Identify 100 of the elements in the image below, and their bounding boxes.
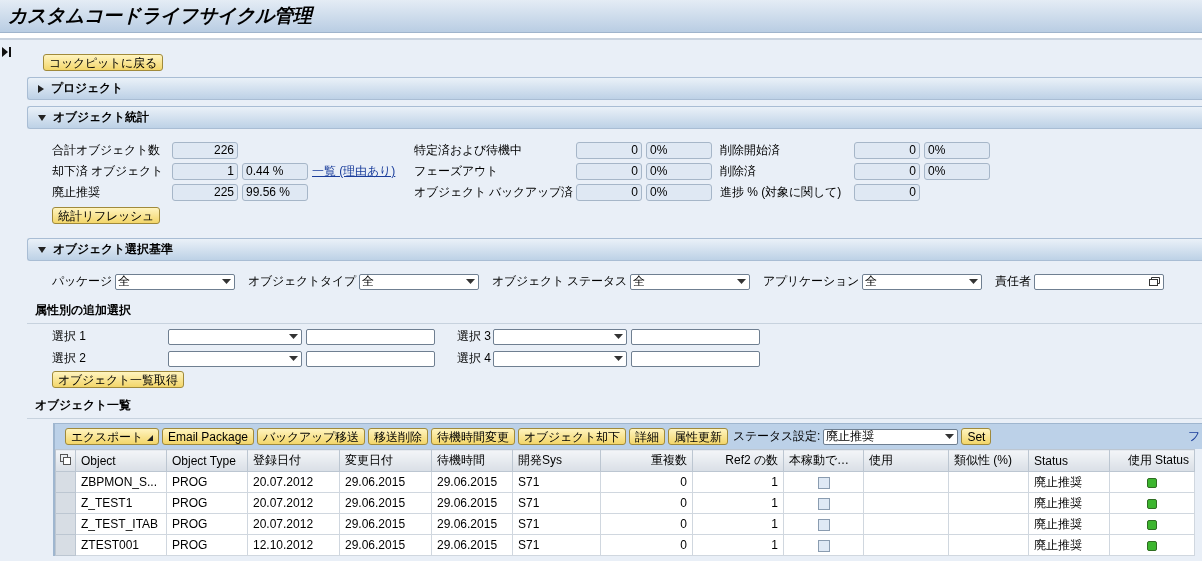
checkbox[interactable] xyxy=(817,497,830,510)
toolbar-button[interactable]: 属性更新 xyxy=(668,428,729,445)
toolbar-link[interactable]: フ xyxy=(1188,428,1200,445)
selection-input[interactable] xyxy=(631,328,760,345)
column-header[interactable]: 重複数 xyxy=(600,449,693,472)
panel-header[interactable]: オブジェクト統計 xyxy=(27,106,1202,129)
table-cell: 29.06.2015 xyxy=(339,471,432,493)
fetch-list-button[interactable]: オブジェクト一覧取得 xyxy=(52,371,184,388)
stat-label: 合計オブジェクト数 xyxy=(52,142,161,159)
panel-header[interactable]: プロジェクト xyxy=(27,77,1202,100)
filter-dropdown[interactable]: 全 xyxy=(630,273,751,290)
table-cell: 29.06.2015 xyxy=(339,492,432,514)
toolbar-button[interactable]: 詳細 xyxy=(629,428,666,445)
dropdown-arrow-icon[interactable] xyxy=(969,279,979,284)
selection-dropdown[interactable] xyxy=(168,328,302,345)
toolbar-button[interactable]: 移送削除 xyxy=(368,428,429,445)
table-cell: 廃止推奨 xyxy=(1028,492,1110,514)
panel-title: オブジェクト選択基準 xyxy=(53,241,173,258)
checkbox[interactable] xyxy=(817,518,830,531)
column-header[interactable]: Object xyxy=(75,449,167,472)
toolbar-button[interactable]: 待機時間変更 xyxy=(431,428,516,445)
table-cell: Z_TEST_ITAB xyxy=(75,513,167,535)
table-cell: PROG xyxy=(166,492,248,514)
value-help-icon[interactable] xyxy=(1149,277,1161,286)
selection-dropdown[interactable] xyxy=(493,350,627,367)
stat-label: 進捗 % (対象に関して) xyxy=(720,184,843,201)
dropdown-arrow-icon[interactable] xyxy=(614,356,623,361)
column-header[interactable]: 待機時間 xyxy=(431,449,513,472)
selection-input[interactable] xyxy=(631,350,760,367)
table-cell: PROG xyxy=(166,534,248,556)
status-dropdown[interactable]: 廃止推奨 xyxy=(823,428,959,445)
list-with-reasons-link[interactable]: 一覧 (理由あり) xyxy=(312,163,396,180)
checkbox[interactable] xyxy=(817,476,830,489)
filter-dropdown[interactable]: 全 xyxy=(862,273,983,290)
column-header[interactable]: Status xyxy=(1028,449,1110,472)
column-header[interactable]: 使用 xyxy=(863,449,949,472)
select-all-cell[interactable] xyxy=(55,449,76,472)
stat-value-field: 0 xyxy=(854,142,920,159)
table-cell: 29.06.2015 xyxy=(431,492,513,514)
table-cell: 29.06.2015 xyxy=(431,534,513,556)
dropdown-arrow-icon[interactable] xyxy=(737,279,747,284)
column-header[interactable]: 登録日付 xyxy=(247,449,340,472)
back-to-cockpit-button[interactable]: コックピットに戻る xyxy=(43,54,163,71)
export-menu-button[interactable]: エクスポート xyxy=(65,428,159,445)
column-header[interactable]: 使用 Status xyxy=(1109,449,1195,472)
filter-dropdown[interactable]: 全 xyxy=(115,273,235,290)
select-all-icon[interactable] xyxy=(60,453,71,465)
dropdown-arrow-icon[interactable] xyxy=(614,334,623,339)
table-cell: 廃止推奨 xyxy=(1028,471,1110,493)
stat-percent-field: 0% xyxy=(646,142,712,159)
expanded-triangle-icon[interactable] xyxy=(38,246,46,253)
table-cell: PROG xyxy=(166,471,248,493)
stat-percent-field: 0% xyxy=(924,163,990,180)
selection-label: 選択 3 xyxy=(457,328,492,345)
selection-label: 選択 2 xyxy=(52,350,87,367)
table-cell: ZBPMON_S... xyxy=(75,471,167,493)
toolbar-button[interactable]: バックアップ移送 xyxy=(257,428,366,445)
selection-dropdown[interactable] xyxy=(493,328,627,345)
dropdown-arrow-icon[interactable] xyxy=(222,279,231,284)
filter-dropdown[interactable]: 全 xyxy=(359,273,479,290)
responsible-field[interactable] xyxy=(1034,273,1165,290)
table-cell: 29.06.2015 xyxy=(339,513,432,535)
status-setting-label: ステータス設定: xyxy=(733,428,821,445)
table-cell: 1 xyxy=(692,534,784,556)
dropdown-arrow-icon[interactable] xyxy=(945,434,955,439)
refresh-stats-button[interactable]: 統計リフレッシュ xyxy=(52,207,160,224)
expanded-triangle-icon[interactable] xyxy=(38,114,46,121)
set-button[interactable]: Set xyxy=(961,428,992,445)
section-heading: オブジェクト一覧 xyxy=(34,397,132,414)
toolbar-button[interactable]: オブジェクト却下 xyxy=(518,428,627,445)
dropdown-arrow-icon[interactable] xyxy=(466,279,475,284)
column-header[interactable]: Ref2 の数 xyxy=(692,449,784,472)
table-cell: 0 xyxy=(600,513,693,535)
dropdown-arrow-icon[interactable] xyxy=(289,356,298,361)
column-header[interactable]: 本稼動で… xyxy=(783,449,864,472)
stat-label: 却下済 オブジェクト xyxy=(52,163,165,180)
column-header[interactable]: 類似性 (%) xyxy=(948,449,1029,472)
column-header[interactable]: 変更日付 xyxy=(339,449,432,472)
stat-label: 廃止推奨 xyxy=(52,184,101,201)
column-header[interactable]: Object Type xyxy=(166,449,248,472)
stat-label: 削除済 xyxy=(720,163,757,180)
menu-caret-icon[interactable] xyxy=(147,435,153,441)
column-header[interactable]: 開発Sys xyxy=(512,449,601,472)
table-cell: PROG xyxy=(166,513,248,535)
table-cell: 廃止推奨 xyxy=(1028,513,1110,535)
checkbox[interactable] xyxy=(817,539,830,552)
dropdown-arrow-icon[interactable] xyxy=(289,334,298,339)
section-heading: 属性別の追加選択 xyxy=(34,302,132,319)
selection-input[interactable] xyxy=(306,350,435,367)
table-cell: 29.06.2015 xyxy=(431,513,513,535)
stat-value-field: 0 xyxy=(576,184,642,201)
sidebar-toggle-icon[interactable] xyxy=(2,47,12,57)
panel-header[interactable]: オブジェクト選択基準 xyxy=(27,238,1202,261)
selection-dropdown[interactable] xyxy=(168,350,302,367)
filter-label: 責任者 xyxy=(995,273,1032,290)
table-cell: S71 xyxy=(512,471,601,493)
collapsed-triangle-icon[interactable] xyxy=(38,84,44,93)
selection-input[interactable] xyxy=(306,328,435,345)
toolbar-button[interactable]: Email Package xyxy=(162,428,255,445)
table-cell: 廃止推奨 xyxy=(1028,534,1110,556)
